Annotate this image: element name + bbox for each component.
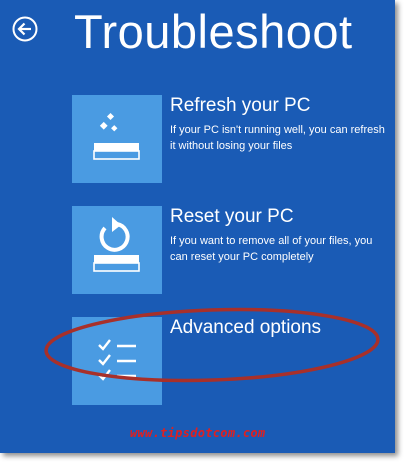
refresh-pc-title: Refresh your PC — [170, 95, 311, 116]
watermark: www.tipsdotcom.com — [130, 426, 266, 440]
back-arrow-icon — [12, 16, 38, 42]
troubleshoot-screen: Troubleshoot Refresh your PC If your PC … — [0, 0, 395, 453]
reset-pc-description: If you want to remove all of your files,… — [170, 235, 373, 263]
reset-pc-tile[interactable] — [72, 206, 162, 294]
page-title: Troubleshoot — [74, 5, 353, 58]
reset-pc-icon — [93, 217, 140, 272]
back-button[interactable] — [12, 16, 38, 42]
reset-pc-title: Reset your PC — [170, 206, 294, 227]
highlight-ellipse — [44, 307, 380, 383]
refresh-pc-tile[interactable] — [72, 95, 162, 183]
refresh-pc-icon — [93, 112, 140, 160]
refresh-pc-description: If your PC isn't running well, you can r… — [170, 124, 385, 152]
